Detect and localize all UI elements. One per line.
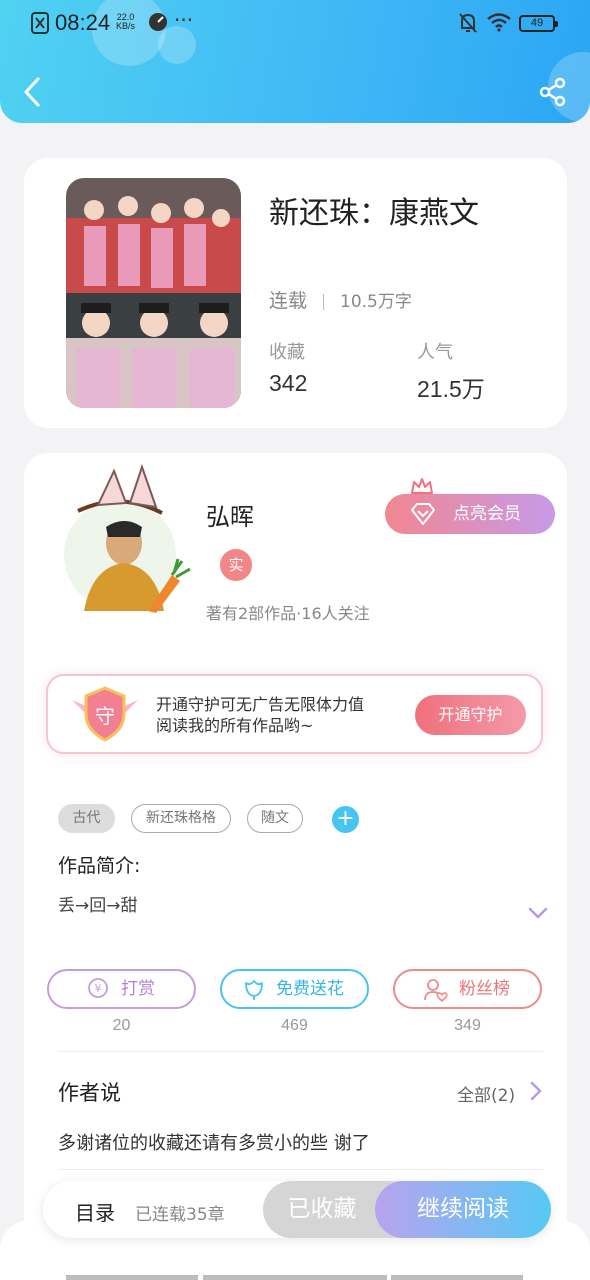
divider (58, 1169, 543, 1170)
back-arrow-icon[interactable] (22, 76, 42, 108)
svg-text:¥: ¥ (95, 982, 102, 995)
author-name[interactable]: 弘晖 (206, 497, 254, 532)
bottom-action-bar: 目录 已连载35章 已收藏 继续阅读 (43, 1181, 551, 1238)
gesture-bar (66, 1275, 198, 1280)
guard-shield-icon: 守 (72, 686, 138, 742)
send-flower-button[interactable]: 免费送花 (220, 969, 369, 1009)
add-tag-button[interactable]: + (332, 806, 359, 833)
serial-status: 连载 (269, 290, 308, 312)
reward-button[interactable]: ¥ 打赏 (47, 969, 196, 1009)
author-says-text: 多谢诸位的收藏还请有多赏小的些 谢了 (58, 1133, 370, 1154)
guard-line-1: 开通守护可无广告无限体力值 (156, 695, 365, 714)
intro-text: 丢→回→甜 (58, 896, 138, 916)
share-icon[interactable] (538, 77, 568, 107)
tag-ancient[interactable]: 古代 (58, 804, 115, 833)
popularity-count: 21.5万 (417, 376, 485, 402)
word-count: 10.5万字 (340, 292, 412, 312)
divider (323, 293, 325, 310)
verified-badge: 实 (220, 549, 252, 581)
book-info-card: 新还珠：康燕文 连载 10.5万字 收藏 342 人气 21.5万 (24, 158, 567, 428)
book-title: 新还珠：康燕文 (269, 196, 479, 231)
header-bar: 08:24 22.0 KB/s ··· 49 (0, 0, 590, 123)
vip-button-label: 点亮会员 (453, 504, 521, 524)
app-notification-icon (31, 12, 49, 34)
fan-count: 349 (454, 1017, 481, 1034)
popularity-label: 人气 (417, 342, 453, 363)
send-flower-label: 免费送花 (276, 979, 344, 999)
author-avatar[interactable] (56, 463, 202, 613)
book-cover-image (66, 178, 241, 408)
table-of-contents-button[interactable]: 目录 (75, 1197, 115, 1226)
flower-count: 469 (281, 1017, 308, 1034)
guard-icon-text: 守 (95, 704, 115, 728)
fan-heart-icon (424, 979, 448, 1003)
chapter-count: 已连载35章 (135, 1205, 225, 1225)
vip-button[interactable]: 点亮会员 (385, 494, 555, 534)
chevron-right-icon[interactable] (529, 1081, 543, 1101)
speedometer-icon (149, 13, 167, 31)
tag-new-huanzhu[interactable]: 新还珠格格 (131, 804, 231, 833)
more-status-icon: ··· (174, 8, 194, 32)
battery-indicator: 49 (519, 15, 558, 32)
coin-icon: ¥ (88, 978, 108, 998)
mute-icon (459, 13, 477, 33)
reward-label: 打赏 (121, 979, 155, 999)
author-says-all-link[interactable]: 全部(2) (457, 1081, 515, 1106)
favorites-count: 342 (269, 370, 308, 396)
author-meta: 著有2部作品·16人关注 (206, 604, 370, 623)
wifi-icon (487, 13, 511, 32)
diamond-icon (411, 503, 435, 525)
fan-ranking-label: 粉丝榜 (459, 979, 510, 999)
guard-banner[interactable]: 守 开通守护可无广告无限体力值 阅读我的所有作品哟~ 开通守护 (46, 674, 543, 754)
open-guard-button[interactable]: 开通守护 (415, 695, 526, 735)
divider (58, 1051, 543, 1052)
chevron-down-icon[interactable] (528, 906, 548, 920)
guard-line-2: 阅读我的所有作品哟~ (156, 716, 314, 735)
network-speed: 22.0 KB/s (116, 12, 136, 31)
favorited-label: 已收藏 (287, 1196, 357, 1222)
flower-icon (245, 980, 263, 1000)
continue-reading-button[interactable]: 继续阅读 (375, 1181, 551, 1238)
tag-suiwen[interactable]: 随文 (247, 804, 303, 833)
intro-title: 作品简介: (58, 855, 141, 877)
gesture-bar (203, 1275, 387, 1280)
guard-description: 开通守护可无广告无限体力值 阅读我的所有作品哟~ (156, 694, 364, 736)
fan-ranking-button[interactable]: 粉丝榜 (393, 969, 542, 1009)
gesture-bar (391, 1275, 523, 1280)
author-says-title: 作者说 (58, 1081, 121, 1105)
favorites-label: 收藏 (269, 342, 305, 363)
author-card: 弘晖 实 著有2部作品·16人关注 点亮会员 守 开通守护可无广告无限体力值 阅… (24, 453, 567, 1280)
status-bar: 08:24 22.0 KB/s ··· 49 (0, 0, 590, 46)
book-status-row: 连载 10.5万字 (269, 286, 412, 313)
clock: 08:24 (55, 10, 111, 35)
reward-count: 20 (112, 1017, 131, 1034)
